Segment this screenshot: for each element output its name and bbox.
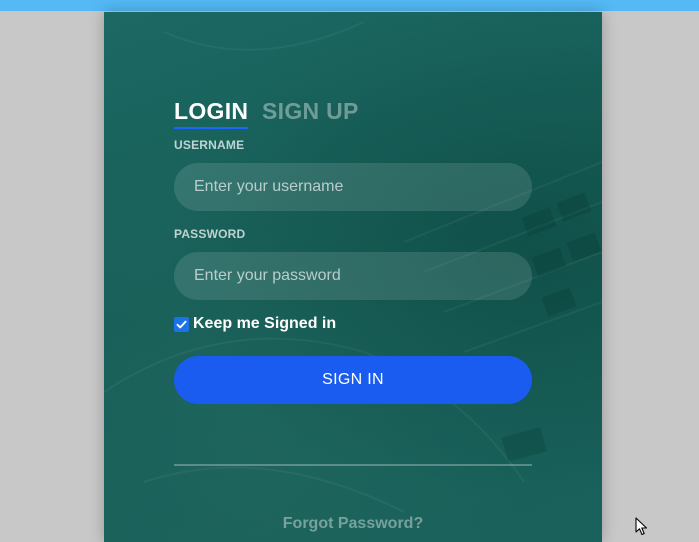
tab-signup[interactable]: SIGN UP: [262, 98, 359, 125]
tab-login[interactable]: LOGIN: [174, 98, 249, 129]
check-icon[interactable]: [174, 316, 189, 332]
username-label: USERNAME: [174, 138, 245, 152]
keep-signed-in-checkbox[interactable]: Keep me Signed in: [174, 314, 336, 334]
browser-top-bar: [0, 0, 699, 11]
keep-signed-in-label: Keep me Signed in: [193, 315, 337, 332]
divider: [174, 464, 532, 466]
login-card: LOGIN SIGN UP USERNAME PASSWORD Keep me …: [104, 12, 602, 542]
password-label: PASSWORD: [174, 227, 246, 241]
password-input[interactable]: [174, 252, 532, 300]
forgot-password-link[interactable]: Forgot Password?: [174, 515, 532, 533]
sign-in-button[interactable]: SIGN IN: [174, 356, 532, 404]
username-input[interactable]: [174, 163, 532, 211]
mouse-pointer-icon: [635, 517, 648, 536]
